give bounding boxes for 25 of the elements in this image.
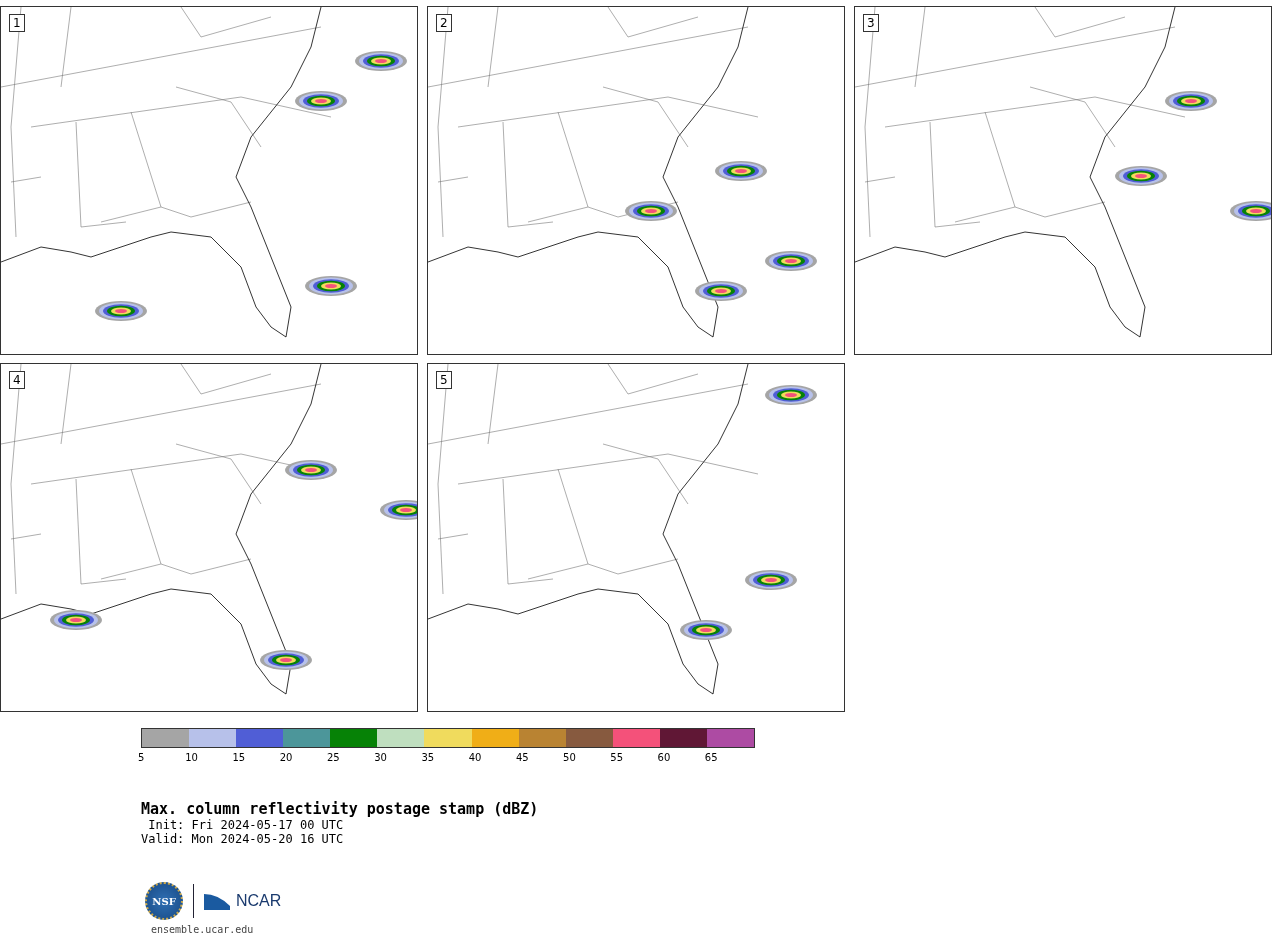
panel-number: 2 [436,14,452,32]
tick-label: 40 [468,752,482,763]
init-time: Init: Fri 2024-05-17 00 UTC [147,818,345,832]
tick-label: 35 [421,752,435,763]
tick-label: 60 [657,752,671,763]
tick-label: 25 [326,752,340,763]
panel-number: 1 [9,14,25,32]
tick-label: 10 [185,752,198,763]
tick-label: 65 [704,752,718,763]
chart-title: Max. column reflectivity postage stamp (dBZ) [141,800,540,818]
tick-label: 55 [610,752,624,763]
tick-label: 15 [232,752,246,763]
tick-label: 30 [374,752,387,763]
swoosh-icon [204,892,230,910]
valid-time: Valid: Mon 2024-05-20 16 UTC [141,832,345,846]
tick-label: 20 [279,752,293,763]
website-url: ensemble.ucar.edu [151,924,255,935]
seal-logo: NSF [145,882,183,920]
panel-number: 5 [436,371,452,389]
logo-text: NCAR [236,892,282,910]
tick-label: 50 [563,752,576,763]
panel-number: 3 [863,14,879,32]
tick-label: 45 [515,752,529,763]
panel-number: 4 [9,371,25,389]
tick-label: 5 [138,752,145,763]
